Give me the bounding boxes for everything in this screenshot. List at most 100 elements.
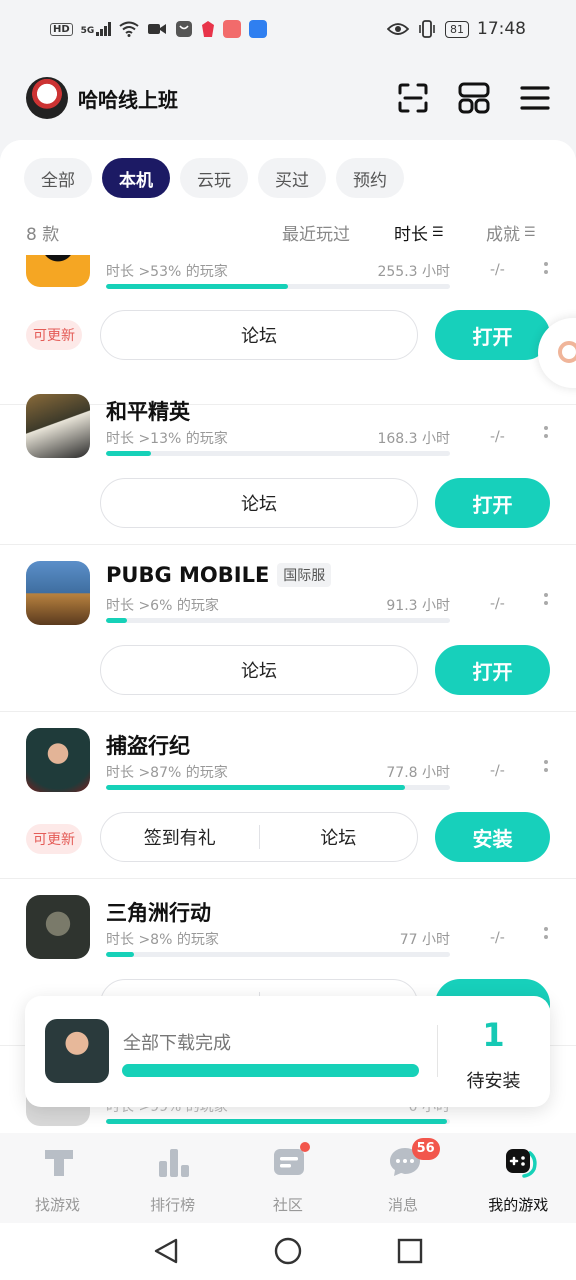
- sort-order-icon: ☰: [524, 225, 536, 240]
- playtime-progress-bar: [106, 1119, 450, 1124]
- achievement-count: -/-: [490, 596, 505, 612]
- back-icon[interactable]: [152, 1237, 180, 1265]
- more-options-icon[interactable]: [544, 262, 550, 274]
- achievement-count: -/-: [490, 763, 505, 779]
- more-options-icon[interactable]: [544, 426, 550, 438]
- layout-icon[interactable]: [458, 82, 490, 114]
- playtime-progress-bar: [106, 785, 450, 790]
- playtime-hours: 255.3 小时: [377, 264, 450, 280]
- download-status-title: 全部下载完成: [123, 1033, 231, 1054]
- game-icon[interactable]: [26, 728, 90, 792]
- forum-label: 论坛: [241, 661, 277, 682]
- nav-community[interactable]: 社区: [230, 1133, 345, 1223]
- top-header: 哈哈线上班: [0, 70, 576, 126]
- menu-icon[interactable]: [520, 85, 550, 111]
- open-button[interactable]: 打开: [435, 478, 550, 528]
- list-header: 全部 本机 云玩 买过 预约 8 款 最近玩过 时长 ☰ 成就 ☰: [0, 140, 576, 255]
- forum-button-group: 签到有礼 论坛: [100, 812, 418, 862]
- more-options-icon[interactable]: [544, 760, 550, 772]
- game-list: 时长 >53% 的玩家 255.3 小时 -/- 可更新 论坛 打开 和平精英 时…: [0, 140, 576, 1133]
- cloud-app-icon: [249, 20, 268, 38]
- game-icon[interactable]: [26, 394, 90, 458]
- pending-install-count[interactable]: 1: [437, 1016, 550, 1054]
- nav-messages[interactable]: 56 消息: [346, 1133, 461, 1223]
- assistant-icon: [558, 341, 576, 363]
- bottom-navigation: 找游戏 排行榜 社区 56 消息 我的游戏: [0, 1133, 576, 1223]
- playtime-progress-bar: [106, 284, 450, 289]
- nav-ranking[interactable]: 排行榜: [115, 1133, 230, 1223]
- playtime-percentile: 时长 >87% 的玩家: [106, 765, 228, 781]
- download-status-banner[interactable]: 全部下载完成 1 待安装: [25, 996, 550, 1107]
- game-name[interactable]: PUBG MOBILE 国际服: [106, 563, 332, 587]
- install-button[interactable]: 安装: [435, 812, 550, 862]
- game-library-panel: 时长 >53% 的玩家 255.3 小时 -/- 可更新 论坛 打开 和平精英 时…: [0, 140, 576, 1133]
- server-tag: 国际服: [277, 563, 332, 587]
- more-options-icon[interactable]: [544, 593, 550, 605]
- checkin-gift-button[interactable]: 签到有礼: [101, 824, 259, 850]
- ranking-icon: [159, 1149, 190, 1177]
- game-icon[interactable]: [26, 561, 90, 625]
- nav-label: 我的游戏: [488, 1196, 549, 1214]
- sort-playtime[interactable]: 时长 ☰: [394, 220, 444, 245]
- forum-label: 论坛: [241, 494, 277, 515]
- forum-button[interactable]: 论坛: [100, 310, 418, 360]
- eye-icon: [387, 23, 409, 35]
- playtime-progress-bar: [106, 451, 450, 456]
- open-button[interactable]: 打开: [435, 645, 550, 695]
- video-icon: [148, 24, 167, 34]
- hd-icon: HD: [50, 22, 73, 36]
- forum-button[interactable]: 论坛: [260, 824, 418, 850]
- download-progress-bar: [122, 1064, 419, 1077]
- nav-my-games[interactable]: 我的游戏: [461, 1133, 576, 1223]
- game-title: 捕盗行纪: [106, 734, 190, 758]
- downloaded-game-icon: [45, 1019, 109, 1083]
- scan-icon[interactable]: [398, 83, 428, 113]
- game-name[interactable]: 捕盗行纪: [106, 730, 190, 760]
- nav-label: 消息: [388, 1196, 419, 1214]
- playtime-hours: 77 小时: [399, 932, 450, 948]
- message-count-badge: 56: [411, 1138, 440, 1160]
- sort-recently-played[interactable]: 最近玩过: [282, 220, 350, 245]
- filter-cloud[interactable]: 云玩: [180, 158, 248, 198]
- more-options-icon[interactable]: [544, 927, 550, 939]
- recent-apps-icon[interactable]: [396, 1237, 424, 1265]
- sort-bar: 8 款 最近玩过 时长 ☰ 成就 ☰: [26, 220, 576, 245]
- playtime-progress-bar: [106, 618, 450, 623]
- playtime-hours: 77.8 小时: [386, 765, 450, 781]
- game-name[interactable]: 和平精英: [106, 396, 190, 426]
- my-games-icon: [505, 1149, 537, 1178]
- avatar[interactable]: [26, 77, 68, 119]
- app-pink-icon: [223, 20, 242, 38]
- game-card: PUBG MOBILE 国际服 时长 >6% 的玩家 91.3 小时 -/- 论坛 …: [0, 545, 576, 712]
- playtime-hours: 168.3 小时: [377, 431, 450, 447]
- nav-find-game[interactable]: 找游戏: [0, 1133, 115, 1223]
- filter-all[interactable]: 全部: [24, 158, 92, 198]
- nav-label: 排行榜: [150, 1196, 196, 1214]
- battery-icon: 81: [445, 20, 469, 38]
- game-icon[interactable]: [26, 895, 90, 959]
- shopping-bag-icon: [176, 21, 193, 37]
- username[interactable]: 哈哈线上班: [78, 84, 178, 113]
- sort-order-icon: ☰: [432, 225, 444, 240]
- achievement-count: -/-: [490, 429, 505, 445]
- community-notification-dot: [300, 1142, 311, 1152]
- forum-button[interactable]: 论坛: [100, 478, 418, 528]
- filter-reserved[interactable]: 预约: [336, 158, 404, 198]
- home-icon[interactable]: [274, 1237, 302, 1265]
- forum-button[interactable]: 论坛: [100, 645, 418, 695]
- sort-achievement[interactable]: 成就 ☰: [486, 220, 536, 245]
- sort-label: 时长: [394, 225, 428, 245]
- game-title: 三角洲行动: [106, 901, 211, 925]
- playtime-progress-bar: [106, 952, 450, 957]
- playtime-percentile: 时长 >8% 的玩家: [106, 932, 219, 948]
- filter-purchased[interactable]: 买过: [258, 158, 326, 198]
- game-card: 和平精英 时长 >13% 的玩家 168.3 小时 -/- 论坛 打开: [0, 378, 576, 545]
- status-time: 17:48: [477, 19, 526, 39]
- filter-local[interactable]: 本机: [102, 158, 170, 198]
- pending-install-label[interactable]: 待安装: [437, 1067, 550, 1093]
- wifi-icon: [119, 21, 139, 37]
- network-label: 5G: [80, 26, 95, 36]
- game-name[interactable]: 三角洲行动: [106, 897, 211, 927]
- open-button[interactable]: 打开: [435, 310, 550, 360]
- nav-label: 社区: [272, 1196, 303, 1214]
